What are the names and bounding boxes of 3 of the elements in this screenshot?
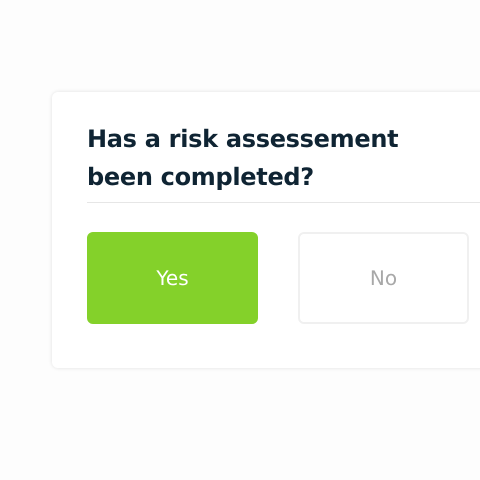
answer-button[interactable]: Yes <box>87 232 258 324</box>
question-text: Has a risk assessement been completed? <box>87 124 400 193</box>
answer-button[interactable]: No <box>298 232 469 324</box>
